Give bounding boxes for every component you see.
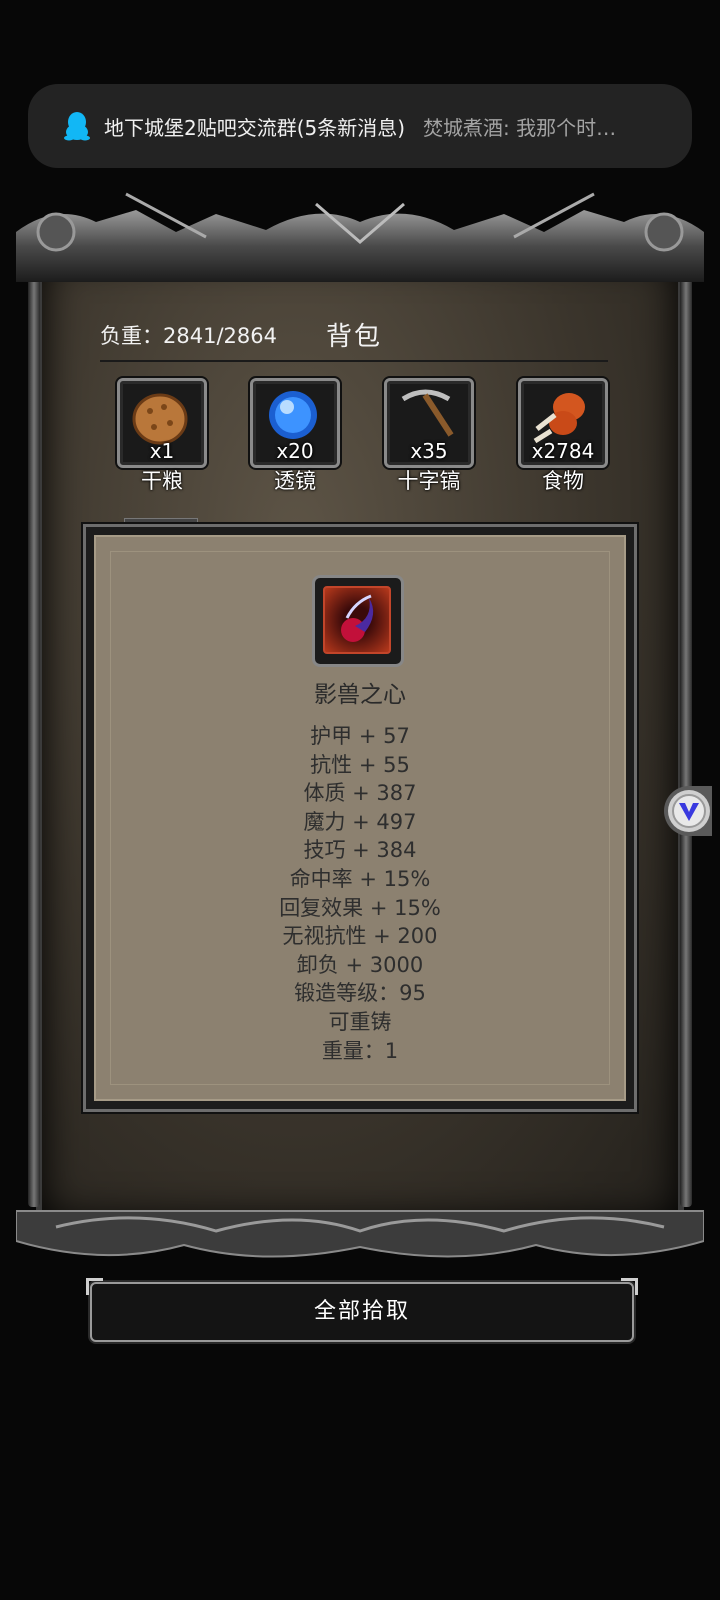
bag-slot-food[interactable]: x2784 食物	[518, 378, 608, 493]
stat-line: 技巧 + 384	[303, 838, 417, 863]
stat-line: 体质 + 387	[303, 781, 417, 806]
frame-bottom-ornament	[16, 1210, 704, 1258]
bag-slot-lens[interactable]: x20 透镜	[250, 378, 340, 493]
stat-line: 回复效果 + 15%	[279, 895, 441, 920]
item-stats-list: 护甲 + 57 抗性 + 55 体质 + 387 魔力 + 497 技巧 + 3…	[80, 722, 640, 1065]
stat-line: 可重铸	[328, 1009, 392, 1034]
bag-header: 负重：2841/2864 背包	[100, 316, 608, 362]
frame-right-edge	[680, 272, 692, 1207]
stat-line: 卸负 + 3000	[296, 952, 424, 977]
frame-top-ornament	[16, 192, 704, 282]
stat-line: 锻造等级：95	[294, 981, 426, 1006]
slot-count: x1	[149, 439, 175, 463]
floating-button-circle	[668, 790, 710, 832]
item-name: 影兽之心	[314, 682, 406, 708]
frame-left-edge	[28, 272, 40, 1207]
floating-side-button[interactable]	[664, 786, 712, 836]
vee-chevron-icon	[672, 794, 706, 828]
bag-slot-dry-rations[interactable]: x1 干粮	[117, 378, 207, 493]
stat-line: 护甲 + 57	[310, 724, 410, 748]
stat-line: 抗性 + 55	[310, 752, 410, 777]
slot-count: x20	[276, 439, 314, 463]
slot-count: x35	[410, 439, 448, 463]
beast-heart-icon	[323, 586, 391, 654]
weight-label: 负重：2841/2864	[100, 324, 277, 348]
slot-name: 透镜	[274, 469, 316, 493]
stat-line: 魔力 + 497	[303, 809, 417, 834]
slot-name: 十字镐	[397, 469, 461, 493]
item-detail-icon-slot	[312, 575, 404, 667]
bag-slot-pickaxe[interactable]: x35 十字镐	[384, 378, 474, 493]
stat-line: 无视抗性 + 200	[282, 924, 438, 949]
slot-count: x2784	[531, 439, 595, 463]
notification-banner[interactable]: 地下城堡2贴吧交流群(5条新消息) 焚城煮酒: 我那个时…	[28, 84, 692, 168]
stat-line: 命中率 + 15%	[289, 866, 431, 891]
notification-message: 焚城煮酒: 我那个时…	[423, 115, 617, 140]
slot-name: 干粮	[141, 469, 183, 493]
pickup-all-button[interactable]: 全部拾取	[86, 1278, 638, 1342]
slot-name: 食物	[542, 469, 584, 493]
notification-group: 地下城堡2贴吧交流群(5条新消息)	[104, 115, 406, 140]
stat-line: 重量：1	[321, 1038, 399, 1063]
qq-penguin-icon	[64, 112, 90, 141]
bag-title: 背包	[326, 322, 383, 352]
